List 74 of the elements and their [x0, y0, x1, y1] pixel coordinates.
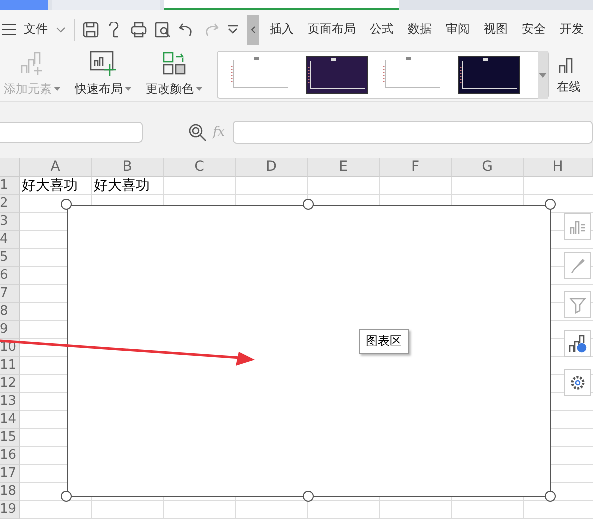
table-cell: 好大喜功 — [92, 177, 164, 195]
chart-style-thumbnail[interactable] — [458, 56, 520, 94]
color-swap-icon — [162, 51, 188, 78]
zoom-icon[interactable] — [189, 124, 207, 142]
ribbon-tab[interactable]: 页面布局 — [305, 21, 359, 38]
table-cell: 好大喜功 — [20, 177, 92, 195]
resize-handle[interactable] — [545, 491, 556, 502]
ribbon-tab[interactable]: 开发 — [557, 21, 587, 38]
row-header[interactable]: 19 — [0, 501, 20, 519]
row-header[interactable]: 11 — [0, 357, 20, 375]
column-header[interactable]: B — [92, 158, 164, 177]
caret-icon — [539, 73, 547, 80]
ribbon-button[interactable]: 更改颜色 — [142, 51, 207, 98]
resize-handle[interactable] — [545, 199, 556, 210]
row-header[interactable]: 6 — [0, 267, 20, 285]
caret-icon — [196, 87, 203, 92]
column-header[interactable]: E — [308, 158, 380, 177]
column-header[interactable]: G — [452, 158, 524, 177]
filter-icon — [568, 296, 586, 314]
column-header[interactable]: D — [236, 158, 308, 177]
online-chart-button[interactable]: 在线 — [555, 53, 585, 96]
column-header[interactable]: F — [380, 158, 452, 177]
resize-handle[interactable] — [61, 199, 72, 210]
ribbon-tab[interactable]: 插入 — [267, 21, 297, 38]
row-header[interactable]: 17 — [0, 465, 20, 483]
column-header[interactable]: C — [164, 158, 236, 177]
row-header[interactable]: 8 — [0, 303, 20, 321]
dropdown-icon[interactable] — [227, 24, 239, 35]
chart-tool-button[interactable] — [564, 369, 591, 396]
chevron-down-icon[interactable] — [56, 26, 66, 33]
ribbon-tab[interactable]: 审阅 — [443, 21, 473, 38]
row-header[interactable]: 13 — [0, 393, 20, 411]
row-header[interactable]: 4 — [0, 231, 20, 249]
row-header[interactable]: 5 — [0, 249, 20, 267]
row-header[interactable]: 14 — [0, 411, 20, 429]
save-icon[interactable] — [83, 22, 99, 38]
row-header[interactable]: 15 — [0, 429, 20, 447]
ribbon-button[interactable]: 快速布局 — [71, 51, 136, 98]
caret-icon — [54, 87, 61, 92]
undo-icon[interactable] — [179, 22, 195, 38]
print-icon[interactable] — [131, 22, 147, 38]
ribbon-tab[interactable]: 安全 — [519, 21, 549, 38]
row-header[interactable]: 12 — [0, 375, 20, 393]
row-header[interactable]: 18 — [0, 483, 20, 501]
column-header[interactable]: A — [20, 158, 92, 177]
tooltip: 图表区 — [359, 329, 409, 354]
document-tab[interactable] — [164, 0, 399, 10]
resize-handle[interactable] — [61, 491, 72, 502]
row-header[interactable]: 7 — [0, 285, 20, 303]
row-header[interactable]: 2 — [0, 195, 20, 213]
ribbon-tab[interactable]: 视图 — [481, 21, 511, 38]
chart-style-thumbnail[interactable] — [306, 56, 368, 94]
file-menu[interactable]: 文件 — [24, 21, 48, 38]
resize-handle[interactable] — [303, 491, 314, 502]
row-header[interactable]: 3 — [0, 213, 20, 231]
gallery-scroll-button[interactable] — [538, 50, 548, 99]
column-header[interactable]: H — [524, 158, 593, 177]
menu-icon[interactable] — [2, 24, 16, 36]
settings-icon — [568, 374, 586, 392]
chart-globe-icon — [568, 334, 588, 354]
ribbon-tab[interactable]: 数据 — [405, 21, 435, 38]
chevron-left-icon — [250, 26, 256, 34]
row-header[interactable]: 9 — [0, 321, 20, 339]
resize-handle[interactable] — [303, 199, 314, 210]
caret-icon — [125, 87, 132, 92]
scroll-left-button[interactable] — [247, 14, 259, 45]
chart-tool-button[interactable] — [564, 330, 591, 357]
row-header[interactable]: 1 — [0, 177, 20, 195]
ribbon-tab[interactable]: 公式 — [367, 21, 397, 38]
print-preview-icon[interactable] — [155, 22, 171, 38]
row-header[interactable]: 16 — [0, 447, 20, 465]
brush-icon — [568, 256, 586, 274]
formula-input[interactable] — [233, 121, 593, 144]
layout-move-icon — [90, 51, 118, 78]
